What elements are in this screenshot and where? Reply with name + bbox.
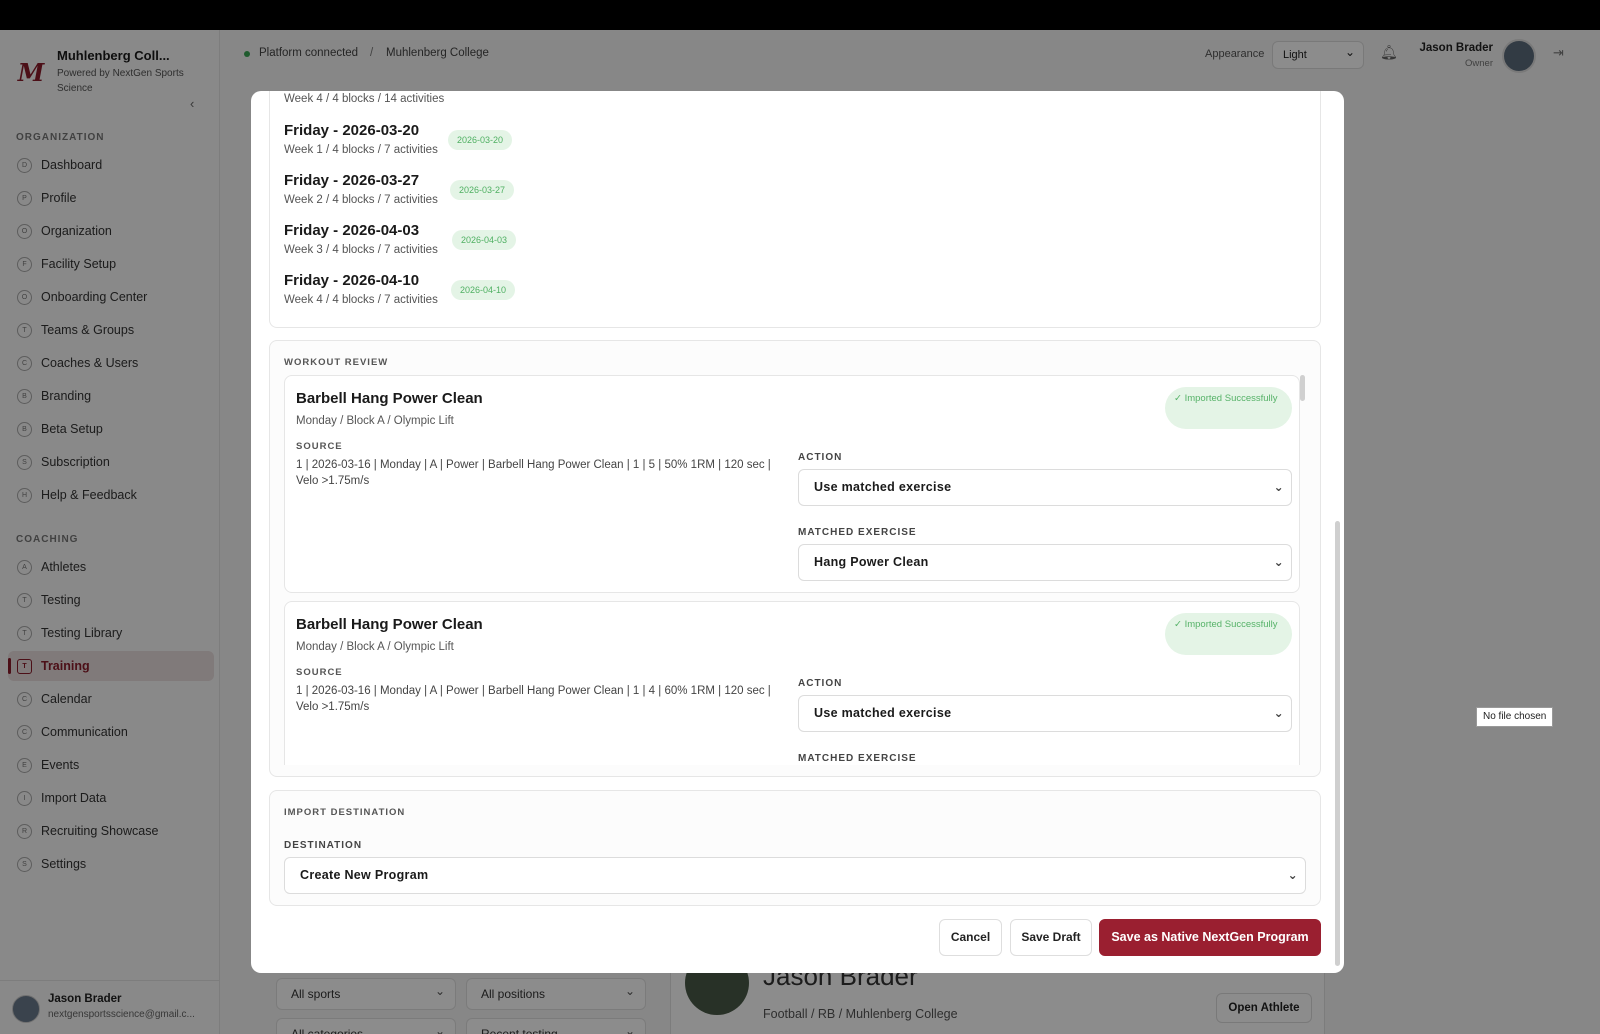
session-meta: Week 4 / 4 blocks / 14 activities xyxy=(284,93,445,105)
workout-review-label: WORKOUT REVIEW xyxy=(284,357,389,368)
session-item: Friday - 2026-04-03 Week 3 / 4 blocks / … xyxy=(284,222,438,256)
action-select-value: Use matched exercise xyxy=(814,706,952,720)
top-black-bar xyxy=(0,0,1600,30)
session-meta: Week 3 / 4 blocks / 7 activities xyxy=(284,244,438,256)
matched-exercise-value: Hang Power Clean xyxy=(814,555,929,569)
chevron-down-icon: ⌄ xyxy=(1273,706,1284,720)
imported-status-badge: ✓ Imported Successfully xyxy=(1165,613,1292,655)
import-review-modal: Week 4 / 4 blocks / 14 activities 2026-0… xyxy=(251,91,1344,973)
matched-exercise-select[interactable]: Hang Power Clean ⌄ xyxy=(798,544,1292,581)
session-date-badge: 2026-04-10 xyxy=(451,280,516,300)
save-native-program-button[interactable]: Save as Native NextGen Program xyxy=(1099,919,1321,956)
import-destination-panel: IMPORT DESTINATION DESTINATION Create Ne… xyxy=(269,790,1321,906)
session-list: Week 4 / 4 blocks / 14 activities 2026-0… xyxy=(269,91,1321,328)
session-item: Friday - 2026-03-20 Week 1 / 4 blocks / … xyxy=(284,122,438,156)
action-select[interactable]: Use matched exercise ⌄ xyxy=(798,469,1292,506)
workout-card: Barbell Hang Power Clean Monday / Block … xyxy=(284,375,1300,593)
session-item: Friday - 2026-04-10 Week 4 / 4 blocks / … xyxy=(284,272,438,306)
workout-title: Barbell Hang Power Clean xyxy=(296,390,483,407)
session-date-badge: 2026-03-27 xyxy=(450,180,515,200)
matched-exercise-label: MATCHED EXERCISE xyxy=(798,527,917,538)
session-title: Friday - 2026-03-20 xyxy=(284,122,420,139)
source-label: SOURCE xyxy=(296,667,343,678)
chevron-down-icon: ⌄ xyxy=(1273,555,1284,569)
import-destination-label: IMPORT DESTINATION xyxy=(284,807,406,818)
modal-scrollbar[interactable] xyxy=(1335,521,1340,966)
session-title: Friday - 2026-04-10 xyxy=(284,272,420,289)
workout-subtitle: Monday / Block A / Olympic Lift xyxy=(296,415,454,427)
session-meta: Week 4 / 4 blocks / 7 activities xyxy=(284,294,438,306)
source-text: 1 | 2026-03-16 | Monday | A | Power | Ba… xyxy=(296,459,771,487)
session-item: Friday - 2026-03-27 Week 2 / 4 blocks / … xyxy=(284,172,438,206)
action-label: ACTION xyxy=(798,678,843,689)
workout-title: Barbell Hang Power Clean xyxy=(296,616,483,633)
destination-select-value: Create New Program xyxy=(300,868,429,882)
source-label: SOURCE xyxy=(296,441,343,452)
action-select[interactable]: Use matched exercise ⌄ xyxy=(798,695,1292,732)
save-draft-button[interactable]: Save Draft xyxy=(1010,919,1092,956)
workout-review-list[interactable]: Barbell Hang Power Clean Monday / Block … xyxy=(284,375,1306,765)
workout-review-panel: WORKOUT REVIEW Barbell Hang Power Clean … xyxy=(269,340,1321,777)
action-label: ACTION xyxy=(798,452,843,463)
session-date-badge: 2026-04-03 xyxy=(452,230,517,250)
workout-card: Barbell Hang Power Clean Monday / Block … xyxy=(284,601,1300,765)
destination-field-label: DESTINATION xyxy=(284,840,363,851)
action-select-value: Use matched exercise xyxy=(814,480,952,494)
source-text: 1 | 2026-03-16 | Monday | A | Power | Ba… xyxy=(296,685,771,713)
session-meta: Week 1 / 4 blocks / 7 activities xyxy=(284,144,438,156)
chevron-down-icon: ⌄ xyxy=(1273,480,1284,494)
file-chosen-label: No file chosen xyxy=(1476,707,1554,727)
session-item: Week 4 / 4 blocks / 14 activities xyxy=(284,91,444,105)
workout-subtitle: Monday / Block A / Olympic Lift xyxy=(296,641,454,653)
matched-exercise-label: MATCHED EXERCISE xyxy=(798,753,917,764)
cancel-button[interactable]: Cancel xyxy=(939,919,1002,956)
session-title: Friday - 2026-04-03 xyxy=(284,222,420,239)
destination-select[interactable]: Create New Program ⌄ xyxy=(284,857,1306,894)
imported-status-badge: ✓ Imported Successfully xyxy=(1165,387,1292,429)
session-date-badge: 2026-03-20 xyxy=(448,130,513,150)
session-meta: Week 2 / 4 blocks / 7 activities xyxy=(284,194,438,206)
session-title: Friday - 2026-03-27 xyxy=(284,172,420,189)
chevron-down-icon: ⌄ xyxy=(1287,868,1298,882)
